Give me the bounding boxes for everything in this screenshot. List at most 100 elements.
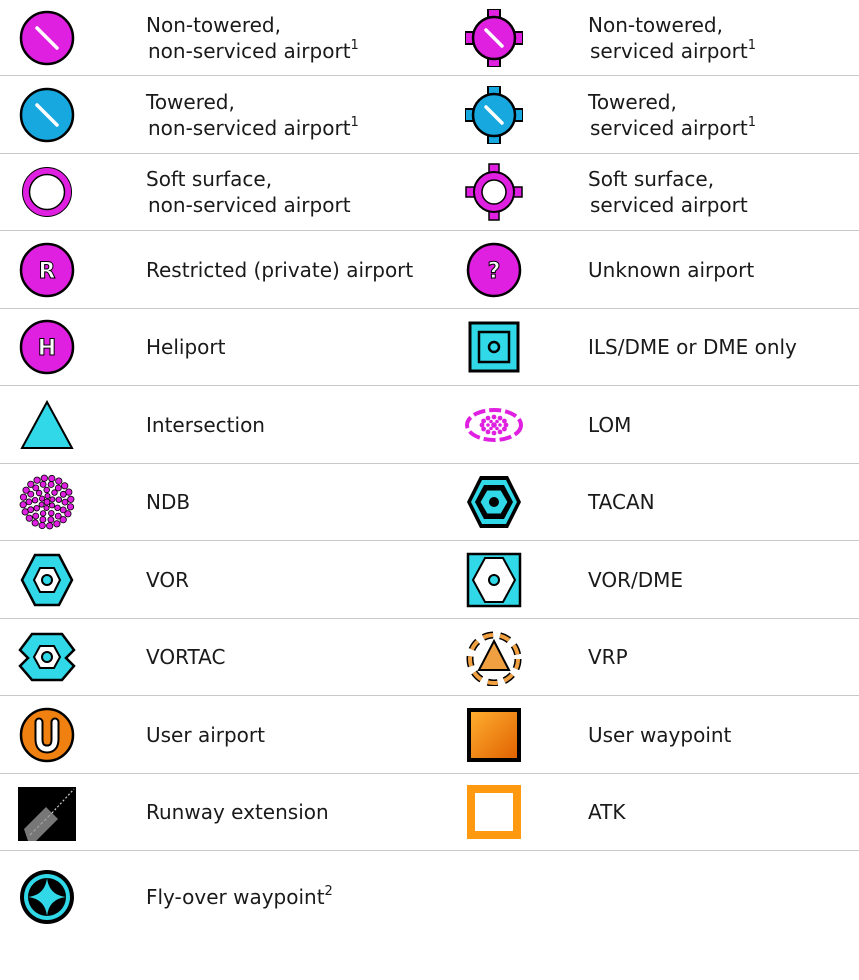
legend-item: LOM	[440, 386, 859, 464]
legend-label: User waypoint	[588, 722, 731, 748]
legend-label: VOR	[146, 567, 189, 593]
runway-extension-icon	[18, 783, 76, 842]
label-line1: LOM	[588, 412, 632, 437]
legend-row: NDB TACAN	[0, 464, 859, 542]
legend-item: VRP	[440, 619, 859, 697]
label-line1: ATK	[588, 800, 626, 825]
legend-row: Soft surface, non-serviced airport Soft s…	[0, 154, 859, 232]
legend-item: User airport	[0, 696, 440, 774]
legend-item: VOR/DME	[440, 541, 859, 619]
legend-label: VORTAC	[146, 644, 225, 670]
label-line2: serviced airport	[590, 193, 748, 218]
footnote-marker: 1	[350, 38, 359, 54]
legend-row: VOR VOR/DME	[0, 541, 859, 619]
legend-label: Soft surface, non-serviced airport	[146, 166, 351, 218]
icon-glyph: R	[39, 259, 56, 284]
towered-non-serviced-airport-icon	[18, 86, 76, 144]
vrp-icon	[465, 628, 523, 687]
legend-item: Soft surface, non-serviced airport	[0, 154, 440, 232]
label-line1: Towered,	[588, 89, 677, 114]
fly-over-waypoint-icon	[18, 868, 76, 926]
footnote-marker: 1	[747, 38, 757, 54]
legend-row: User airport User waypoint	[0, 696, 859, 774]
label-line1: Non-towered,	[588, 13, 723, 37]
non-towered-non-serviced-airport-icon	[18, 9, 76, 67]
intersection-icon	[18, 396, 76, 454]
icon-glyph: H	[38, 336, 56, 361]
legend-item: VOR	[0, 541, 440, 619]
footnote-marker: 1	[350, 115, 359, 131]
label-line1: NDB	[146, 490, 191, 515]
legend-item: Towered, non-serviced airport1	[0, 76, 440, 154]
legend-item: Towered, serviced airport1	[440, 76, 859, 154]
atk-icon	[465, 783, 523, 841]
legend-label: Heliport	[146, 334, 225, 360]
label-line2: serviced airport	[590, 39, 748, 63]
legend-item: User waypoint	[440, 696, 859, 774]
legend-label: Non-towered, serviced airport1	[588, 12, 756, 64]
unknown-airport-icon: ?	[465, 241, 523, 299]
soft-surface-non-serviced-airport-icon	[18, 163, 76, 221]
ils-dme-icon	[465, 318, 523, 376]
symbol-legend: Non-towered, non-serviced airport1 Non-to…	[0, 0, 859, 942]
label-line1: Runway extension	[146, 800, 329, 825]
vor-dme-icon	[465, 551, 523, 609]
legend-row: Runway extension ATK	[0, 774, 859, 852]
legend-label: Towered, serviced airport1	[588, 89, 756, 141]
icon-glyph: ?	[488, 259, 501, 284]
label-line2: non-serviced airport	[148, 115, 351, 140]
label-line1: ILS/DME or DME only	[588, 335, 797, 360]
label-line1: Unknown airport	[588, 257, 755, 282]
lom-icon	[465, 396, 523, 454]
legend-label: Unknown airport	[588, 257, 754, 283]
legend-item: R Restricted (private) airport	[0, 231, 440, 309]
legend-item: Fly-over waypoint2	[0, 851, 440, 942]
legend-row: Fly-over waypoint2	[0, 851, 859, 942]
label-line1: Intersection	[146, 412, 265, 437]
towered-serviced-airport-icon	[465, 85, 523, 144]
legend-item: VORTAC	[0, 619, 440, 697]
legend-label: Runway extension	[146, 799, 329, 825]
label-line1: Fly-over waypoint	[146, 884, 325, 909]
ndb-icon	[18, 473, 76, 531]
label-line1: Towered,	[146, 89, 235, 114]
legend-label: NDB	[146, 489, 190, 515]
legend-row: R Restricted (private) airport ? Unknown a…	[0, 231, 859, 309]
footnote-marker: 1	[747, 115, 757, 131]
label-line1: VRP	[588, 645, 628, 670]
legend-label: Soft surface, serviced airport	[588, 166, 748, 218]
legend-item: ATK	[440, 774, 859, 852]
label-line1: VORTAC	[146, 645, 226, 670]
legend-item: H Heliport	[0, 309, 440, 387]
legend-item: Soft surface, serviced airport	[440, 154, 859, 232]
legend-item: ? Unknown airport	[440, 231, 859, 309]
legend-row: Non-towered, non-serviced airport1 Non-to…	[0, 0, 859, 76]
legend-item: Runway extension	[0, 774, 440, 852]
label-line1: User waypoint	[588, 722, 732, 747]
user-waypoint-icon	[465, 706, 523, 764]
legend-row: Intersection LOM	[0, 386, 859, 464]
legend-item: Non-towered, non-serviced airport1	[0, 0, 440, 76]
label-line2: serviced airport	[590, 115, 748, 140]
label-line1: VOR	[146, 567, 189, 592]
user-airport-icon	[18, 706, 76, 764]
legend-label: User airport	[146, 722, 265, 748]
label-line1: Heliport	[146, 335, 226, 360]
legend-item: Intersection	[0, 386, 440, 464]
legend-label: Fly-over waypoint2	[146, 884, 333, 910]
legend-row: H Heliport ILS/DME or DME only	[0, 309, 859, 387]
legend-item: NDB	[0, 464, 440, 542]
non-towered-serviced-airport-icon	[465, 9, 523, 67]
label-line1: TACAN	[588, 490, 655, 515]
footnote-marker: 2	[324, 883, 333, 899]
vortac-icon	[18, 628, 76, 686]
legend-row: Towered, non-serviced airport1 Towered, se…	[0, 76, 859, 154]
legend-label: Restricted (private) airport	[146, 257, 413, 283]
vor-icon	[18, 551, 76, 609]
label-line1: Restricted (private) airport	[146, 257, 414, 282]
label-line2: non-serviced airport	[148, 39, 351, 63]
label-line1: VOR/DME	[588, 567, 683, 592]
label-line2: non-serviced airport	[148, 193, 351, 218]
legend-label: VRP	[588, 644, 628, 670]
legend-label: Towered, non-serviced airport1	[146, 89, 359, 141]
